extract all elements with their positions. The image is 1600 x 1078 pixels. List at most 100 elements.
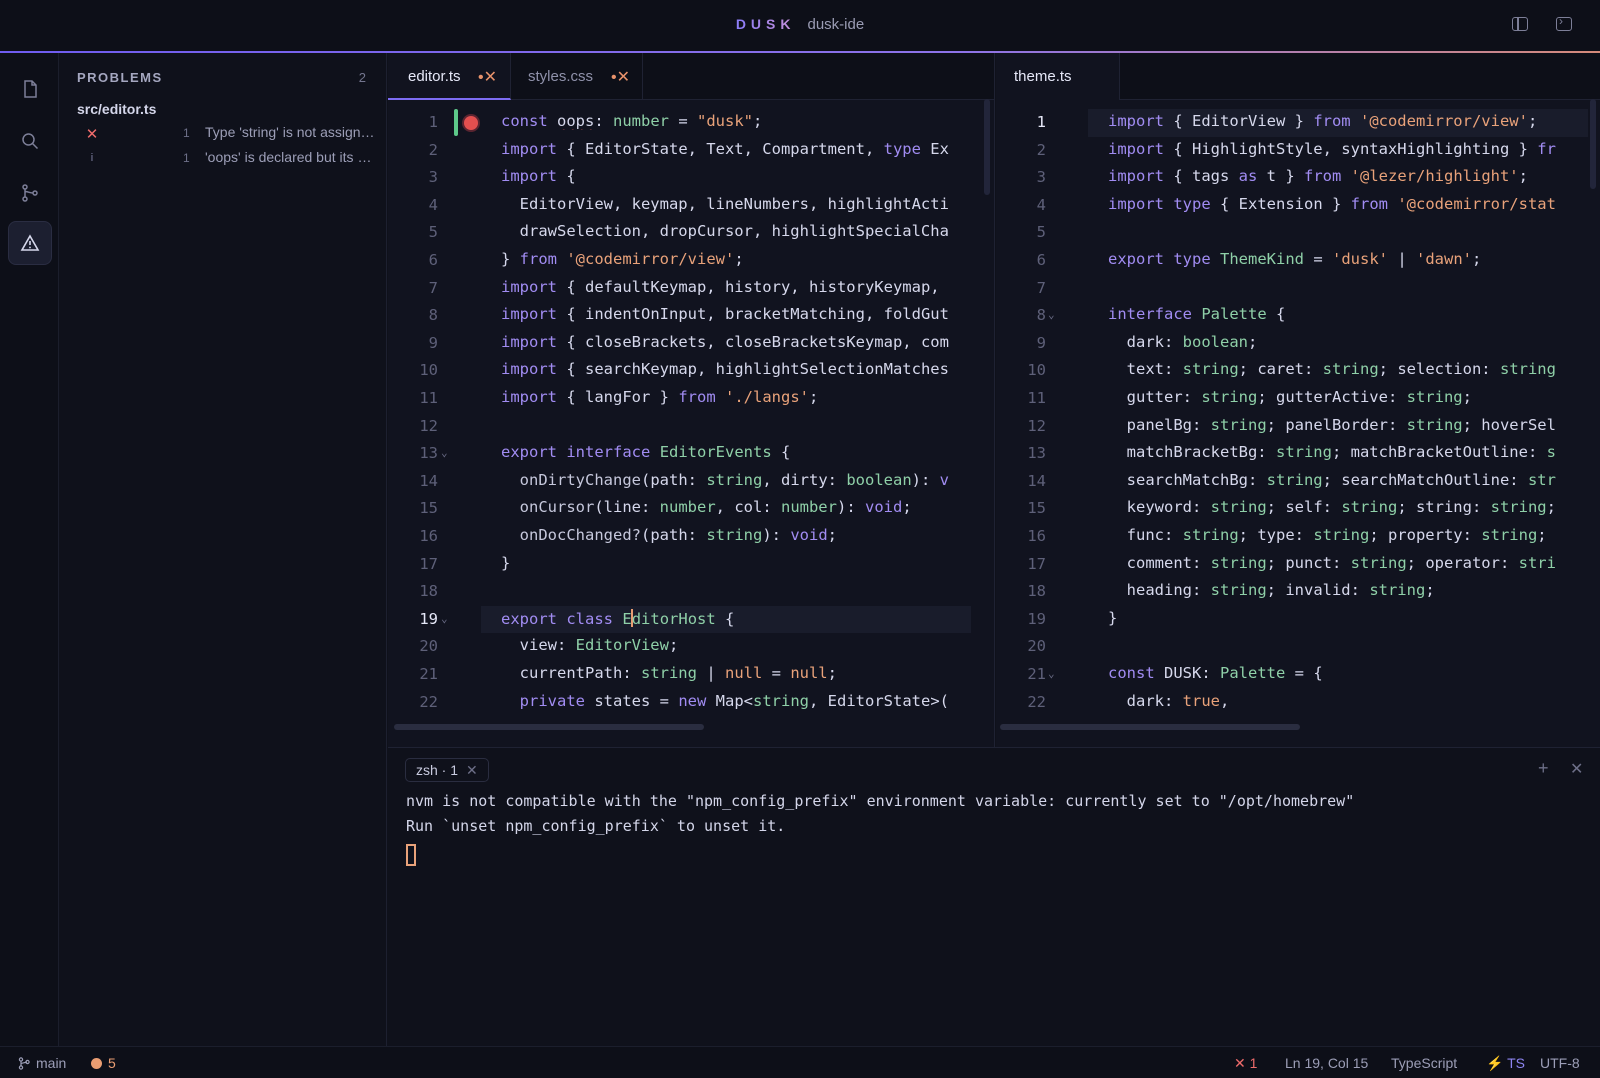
code-line: 3 import { [428, 167, 576, 187]
code-line: 9 import { closeBrackets, closeBracketsKe… [428, 332, 949, 352]
code-line: 2 import { HighlightStyle, syntaxHighligh… [1036, 139, 1556, 159]
code-line: 19} [1027, 608, 1118, 628]
code-line: 21 currentPath: string | null = null; [419, 664, 837, 683]
problem-item[interactable]: ✕ 1 Type 'string' is not assignable to t… [59, 123, 387, 147]
code-line: 18 heading: string; invalid: string; [1027, 581, 1435, 601]
status-bar: main 5 ✕ 1 Ln 19, Col 15 TypeScript ⚡ TS… [0, 1046, 1600, 1078]
problem-message: 'oops' is declared but its value is neve… [205, 149, 377, 165]
activity-bar [0, 53, 59, 1046]
close-icon[interactable]: ✕ [466, 762, 478, 778]
horizontal-scrollbar[interactable] [1000, 724, 1300, 730]
code-line: 16 onDocChanged?(path: string): void; [419, 526, 837, 545]
code-line: 7 import { defaultKeymap, history, histor… [428, 277, 940, 297]
tab-label: styles.css [528, 68, 594, 85]
code-line: 9 dark: boolean; [1036, 332, 1258, 352]
warnings-indicator[interactable]: 5 [91, 1055, 116, 1071]
code-line: 17} [419, 553, 511, 573]
code-line: 7 [1036, 278, 1046, 297]
code-line: 10 text: string; caret: string; selectio… [1027, 360, 1556, 380]
file-encoding[interactable]: UTF-8 [1540, 1055, 1580, 1071]
code-line: 1 const oops: number = "dusk"; [388, 109, 994, 137]
code-line: 14 onDirtyChange(path: string, dirty: bo… [419, 470, 949, 490]
search-button[interactable] [8, 119, 52, 163]
errors-indicator[interactable]: ✕ 1 [1234, 1055, 1257, 1072]
info-icon: i [90, 152, 94, 164]
tab-editor-ts[interactable]: editor.ts •✕ [388, 53, 511, 100]
tab-bar: theme.ts [996, 53, 1600, 100]
terminal-panel: zsh · 1 ✕ + ✕ nvm is not compatible with … [388, 747, 1600, 1046]
breakpoint-icon[interactable] [464, 116, 478, 130]
source-control-button[interactable] [8, 171, 52, 215]
code-line: 14 searchMatchBg: string; searchMatchOut… [1027, 470, 1556, 490]
code-line: 15 keyword: string; self: string; string… [1027, 498, 1556, 518]
tab-label: theme.ts [1014, 68, 1072, 85]
cursor-position[interactable]: Ln 19, Col 15 [1285, 1055, 1368, 1071]
problems-panel: PROBLEMS 2 src/editor.ts ✕ 1 Type 'strin… [59, 53, 387, 1046]
language-mode[interactable]: TypeScript [1391, 1055, 1457, 1071]
current-code-line: 19 ⌄ export class EditorHost { [388, 605, 994, 634]
vertical-scrollbar[interactable] [1590, 99, 1596, 189]
branch-name: main [36, 1055, 67, 1071]
ts-server-status[interactable]: ⚡ TS [1486, 1055, 1525, 1072]
terminal-tab-label: zsh · 1 [416, 762, 459, 778]
code-line: 11 gutter: string; gutterActive: string; [1027, 388, 1472, 407]
code-line: 22 private states = new Map<string, Edit… [419, 691, 949, 711]
workspace-name: dusk-ide [807, 16, 865, 33]
problem-file[interactable]: src/editor.ts [77, 101, 156, 117]
problem-line: 1 [183, 151, 190, 165]
terminal-tab[interactable]: zsh · 1 ✕ [405, 758, 489, 782]
terminal-cursor [406, 844, 416, 866]
code-line: 16 func: string; type: string; property:… [1027, 526, 1547, 545]
close-icon[interactable]: •✕ [611, 67, 630, 87]
git-branch-icon [18, 1057, 30, 1070]
search-icon [22, 133, 39, 150]
code-line: 6} from '@codemirror/view'; [428, 250, 744, 269]
brand-logo: DUSK [735, 16, 796, 32]
branch-indicator[interactable]: main [18, 1055, 66, 1071]
tab-bar: editor.ts •✕ styles.css •✕ [388, 53, 994, 100]
problems-count: 2 [358, 70, 366, 85]
warnings-count: 5 [108, 1055, 116, 1071]
problems-button[interactable] [8, 221, 52, 265]
code-line: 12 panelBg: string; panelBorder: string;… [1027, 415, 1556, 435]
tab-styles-css[interactable]: styles.css •✕ [511, 53, 643, 100]
code-line: 12 [419, 416, 438, 435]
code-line: 5 drawSelection, dropCursor, highlightSp… [428, 222, 949, 242]
explorer-button[interactable] [8, 67, 52, 111]
toggle-sidebar-icon[interactable] [1512, 17, 1528, 31]
git-branch-icon [22, 184, 38, 202]
vertical-scrollbar[interactable] [984, 99, 990, 195]
warning-icon [20, 234, 40, 251]
terminal-line: nvm is not compatible with the "npm_conf… [406, 792, 1355, 810]
close-panel-icon[interactable]: ✕ [1570, 759, 1583, 779]
code-editor[interactable]: 1 import { EditorView } from '@codemirror… [996, 109, 1600, 739]
code-line: 18 [419, 582, 438, 601]
tab-label: editor.ts [408, 68, 461, 85]
tab-theme-ts[interactable]: theme.ts [996, 53, 1120, 100]
problem-item[interactable]: i 1 'oops' is declared but its value is … [59, 148, 387, 172]
window-title: DUSK dusk-ide [0, 16, 1600, 33]
problem-message: Type 'string' is not assignable to type … [205, 124, 377, 140]
code-line: 15 onCursor(line: number, col: number): … [419, 498, 912, 518]
code-line: 2 import { EditorState, Text, Compartment… [428, 139, 949, 159]
title-bar: DUSK dusk-ide [0, 0, 1600, 51]
code-line: 21 ⌄ const DUSK: Palette = { [1027, 664, 1323, 683]
code-line: 6 export type ThemeKind = 'dusk' | 'dawn'… [1036, 250, 1482, 269]
panel-title: PROBLEMS [77, 70, 163, 85]
code-line: 3 import { tags as t } from '@lezer/highl… [1036, 167, 1528, 187]
code-editor[interactable]: 1 const oops: number = "dusk"; 2 import { … [388, 109, 994, 739]
code-line: 20 view: EditorView; [419, 636, 679, 656]
toggle-terminal-icon[interactable] [1556, 14, 1572, 31]
terminal-output[interactable]: nvm is not compatible with the "npm_conf… [406, 792, 1354, 866]
horizontal-scrollbar[interactable] [394, 724, 704, 730]
code-line: 10 import { searchKeymap, highlightSelect… [419, 360, 949, 380]
terminal-line: Run `unset npm_config_prefix` to unset i… [406, 817, 786, 835]
add-terminal-icon[interactable]: + [1538, 758, 1549, 779]
current-code-line: 1 import { EditorView } from '@codemirror… [996, 109, 1600, 137]
close-icon[interactable]: •✕ [478, 67, 497, 87]
modified-marker [454, 109, 458, 136]
code-line: 22 dark: true, [1027, 691, 1230, 711]
code-line: 8 ⌄ interface Palette { [1036, 305, 1286, 325]
code-line: 13 matchBracketBg: string; matchBracketO… [1027, 443, 1556, 463]
code-line: 20 [1027, 637, 1046, 656]
